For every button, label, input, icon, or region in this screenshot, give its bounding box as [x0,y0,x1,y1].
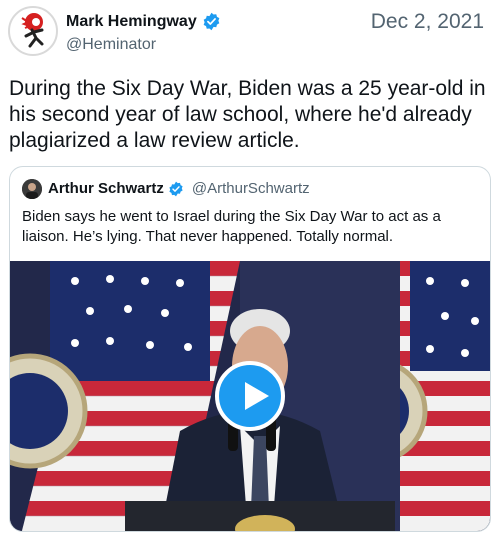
author-handle[interactable]: @Heminator [66,36,156,54]
video-thumbnail[interactable] [10,261,490,531]
quoted-author[interactable]: Arthur Schwartz @ArthurSchwartz [48,180,310,197]
runner-logo-icon [12,10,54,52]
person-avatar-icon [22,179,42,199]
play-button[interactable] [215,361,285,431]
avatar[interactable] [8,6,58,56]
author-name[interactable]: Mark Hemingway [66,12,221,31]
quoted-tweet[interactable]: Arthur Schwartz @ArthurSchwartz Biden sa… [9,166,491,532]
quoted-author-name[interactable]: Arthur Schwartz [48,180,164,197]
quoted-handle[interactable]: @ArthurSchwartz [192,180,310,197]
verified-badge-icon [203,12,220,31]
tweet-text: During the Six Day War, Biden was a 25 y… [9,77,486,152]
quoted-tweet-text: Biden says he went to Israel during the … [22,208,441,245]
tweet-date[interactable]: Dec 2, 2021 [371,10,484,34]
verified-badge-icon [169,181,183,196]
quoted-avatar[interactable] [22,179,42,199]
author-name-text[interactable]: Mark Hemingway [66,13,197,31]
